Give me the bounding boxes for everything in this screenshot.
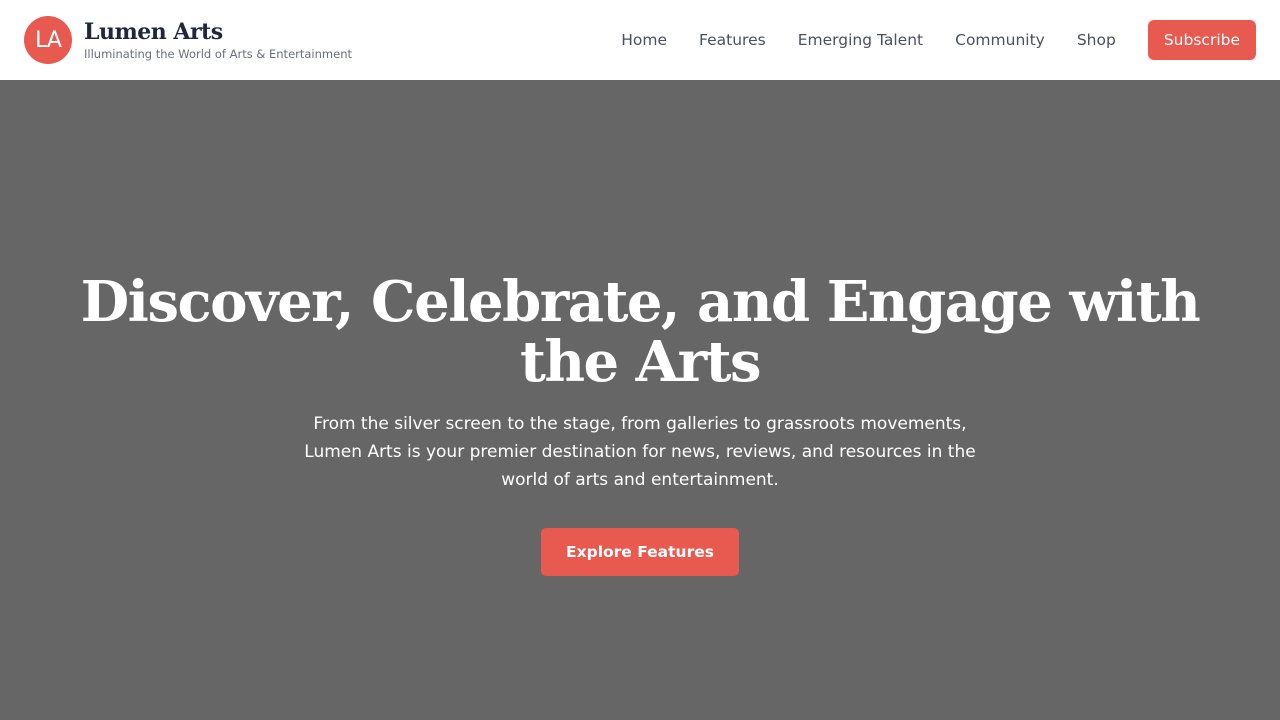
- nav-link-shop[interactable]: Shop: [1077, 31, 1116, 49]
- main-nav: Home Features Emerging Talent Community …: [621, 20, 1256, 60]
- hero-description: From the silver screen to the stage, fro…: [304, 414, 976, 490]
- subscribe-button[interactable]: Subscribe: [1147, 20, 1256, 60]
- hero-title: Discover, Celebrate, and Engage with the…: [80, 269, 1201, 395]
- brand: Lumen Arts Illuminating the World of Art…: [84, 19, 352, 61]
- nav-link-home[interactable]: Home: [621, 31, 667, 49]
- nav-link-community[interactable]: Community: [955, 31, 1045, 49]
- brand-name[interactable]: Lumen Arts: [84, 19, 352, 45]
- explore-features-button[interactable]: Explore Features: [541, 528, 739, 576]
- hero-section: Discover, Celebrate, and Engage with the…: [0, 80, 1280, 720]
- logo-badge[interactable]: LA: [24, 16, 72, 64]
- logo-initials: LA: [35, 27, 62, 53]
- nav-link-features[interactable]: Features: [699, 31, 766, 49]
- site-header: LA Lumen Arts Illuminating the World of …: [0, 0, 1280, 80]
- nav-link-emerging-talent[interactable]: Emerging Talent: [798, 31, 923, 49]
- brand-tagline: Illuminating the World of Arts & Enterta…: [84, 47, 352, 61]
